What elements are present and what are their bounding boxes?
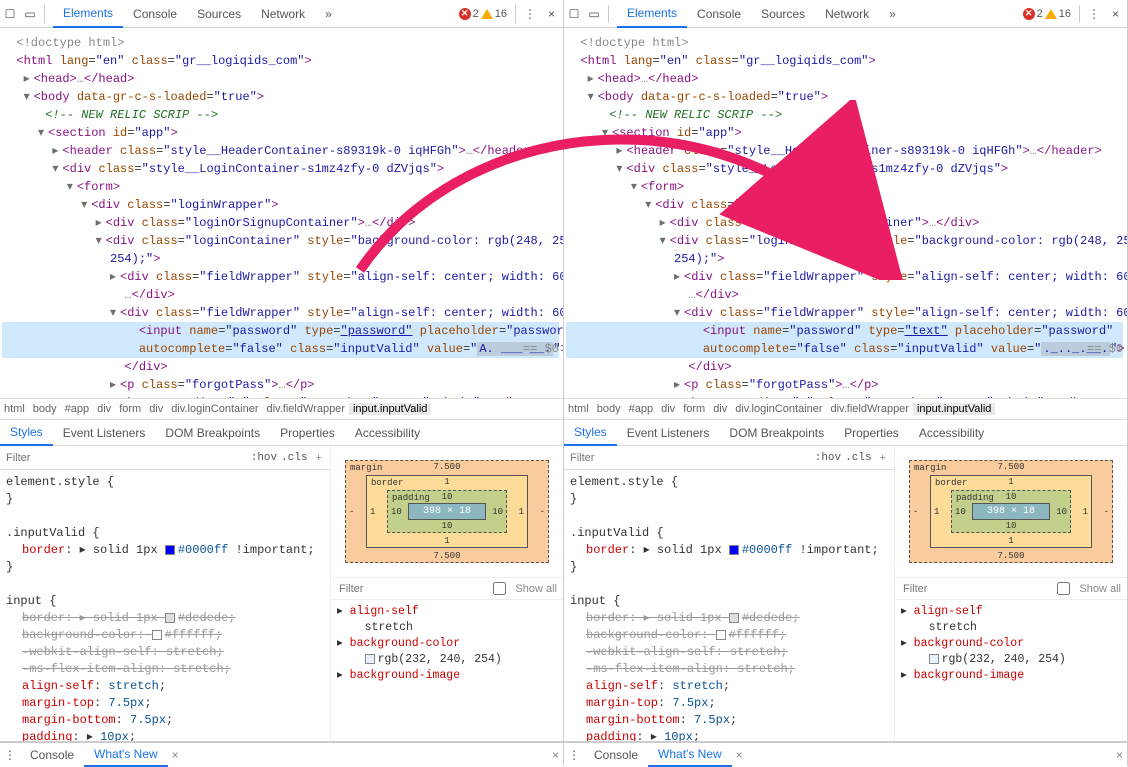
menu-icon[interactable]: ⋮ — [520, 7, 540, 21]
css-rules[interactable]: element.style { } .inputValid { border: … — [0, 470, 330, 741]
error-badge[interactable]: ✕2 — [1023, 8, 1043, 20]
subtab-styles[interactable]: Styles — [0, 420, 53, 446]
breadcrumb[interactable]: html body #app div form div div.loginCon… — [0, 398, 563, 420]
breadcrumb[interactable]: html body #app div form div div.loginCon… — [564, 398, 1127, 420]
tab-elements[interactable]: Elements — [617, 0, 687, 28]
crumb-body[interactable]: body — [29, 403, 61, 415]
box-model[interactable]: margin 7.500 7.500 -- border 1 1 1 1 — [895, 446, 1127, 578]
tab-console[interactable]: Console — [123, 1, 187, 27]
css-rules[interactable]: element.style { } .inputValid { border: … — [564, 470, 894, 741]
drawer-tab-close-icon[interactable]: × — [732, 748, 747, 762]
tab-network[interactable]: Network — [251, 1, 315, 27]
drawer-close-icon[interactable]: × — [548, 748, 563, 762]
show-all-checkbox[interactable] — [493, 582, 506, 595]
crumb-div[interactable]: div — [93, 403, 115, 415]
dom-tree[interactable]: <!doctype html> <html lang="en" class="g… — [564, 28, 1127, 398]
new-rule-button[interactable]: + — [312, 452, 326, 464]
computed-filter-input[interactable] — [901, 582, 1047, 596]
warning-badge[interactable]: 16 — [481, 8, 507, 20]
close-icon[interactable]: × — [540, 7, 563, 21]
cls-toggle[interactable]: .cls — [281, 452, 307, 464]
styles-filter-input[interactable] — [4, 451, 247, 465]
crumb-field[interactable]: div.fieldWrapper — [263, 403, 349, 415]
subtab-a11y[interactable]: Accessibility — [345, 421, 430, 445]
warning-badge[interactable]: 16 — [1045, 8, 1071, 20]
show-all-label: Show all — [1079, 583, 1121, 595]
box-model[interactable]: margin 7.500 7.500 -- border 1 1 1 1 — [331, 446, 563, 578]
crumb-html[interactable]: html — [0, 403, 29, 415]
crumb-div2[interactable]: div — [145, 403, 167, 415]
dom-tree[interactable]: <!doctype html> <html lang="en" class="g… — [0, 28, 563, 398]
top-toolbar: ☐ ▭ Elements Console Sources Network » ✕… — [564, 0, 1127, 28]
subtab-event[interactable]: Event Listeners — [53, 421, 156, 445]
crumb-form[interactable]: form — [115, 403, 145, 415]
computed-filter-input[interactable] — [337, 582, 483, 596]
crumb-input[interactable]: input.inputValid — [349, 403, 431, 415]
new-rule-button[interactable]: + — [876, 452, 890, 464]
tab-sources[interactable]: Sources — [187, 1, 251, 27]
drawer: ⋮ Console What's New × × — [0, 742, 563, 766]
cls-toggle[interactable]: .cls — [845, 452, 871, 464]
drawer-tab-close-icon[interactable]: × — [168, 748, 183, 762]
tab-more[interactable]: » — [879, 1, 906, 27]
styles-tabs: Styles Event Listeners DOM Breakpoints P… — [0, 420, 563, 446]
subtab-props[interactable]: Properties — [834, 421, 909, 445]
hov-toggle[interactable]: :hov — [815, 452, 841, 464]
selected-dom-node[interactable]: <input name="password" type="password" p… — [2, 322, 559, 340]
error-badge[interactable]: ✕2 — [459, 8, 479, 20]
drawer-menu-icon[interactable]: ⋮ — [0, 748, 20, 762]
devtools-pane-right: ☐ ▭ Elements Console Sources Network » ✕… — [564, 0, 1128, 766]
drawer-close-icon[interactable]: × — [1112, 748, 1127, 762]
crumb-login[interactable]: div.loginContainer — [167, 403, 262, 415]
drawer-menu-icon[interactable]: ⋮ — [564, 748, 584, 762]
show-all-checkbox[interactable] — [1057, 582, 1070, 595]
show-all-label: Show all — [515, 583, 557, 595]
device-icon[interactable]: ▭ — [20, 7, 40, 21]
computed-list[interactable]: ▸ align-self stretch ▸ background-color … — [331, 600, 563, 741]
tab-sources[interactable]: Sources — [751, 1, 815, 27]
inspect-icon[interactable]: ☐ — [0, 7, 20, 21]
tab-console[interactable]: Console — [687, 1, 751, 27]
top-toolbar: ☐ ▭ Elements Console Sources Network » ✕… — [0, 0, 563, 28]
subtab-event[interactable]: Event Listeners — [617, 421, 720, 445]
inspect-icon[interactable]: ☐ — [564, 7, 584, 21]
subtab-dombp[interactable]: DOM Breakpoints — [719, 421, 834, 445]
subtab-styles[interactable]: Styles — [564, 420, 617, 446]
drawer-tab-whatsnew[interactable]: What's New — [648, 743, 732, 767]
styles-filter-input[interactable] — [568, 451, 811, 465]
tab-network[interactable]: Network — [815, 1, 879, 27]
subtab-props[interactable]: Properties — [270, 421, 345, 445]
device-icon[interactable]: ▭ — [584, 7, 604, 21]
close-icon[interactable]: × — [1104, 7, 1127, 21]
computed-list[interactable]: ▸ align-self stretch ▸ background-color … — [895, 600, 1127, 741]
tab-more[interactable]: » — [315, 1, 342, 27]
drawer-tab-whatsnew[interactable]: What's New — [84, 743, 168, 767]
styles-panel: :hov .cls + element.style { } .inputVali… — [0, 446, 331, 741]
drawer-tab-console[interactable]: Console — [20, 744, 84, 766]
tab-elements[interactable]: Elements — [53, 0, 123, 28]
computed-panel: margin 7.500 7.500 -- border 1 1 1 1 — [331, 446, 563, 741]
subtab-dombp[interactable]: DOM Breakpoints — [155, 421, 270, 445]
drawer-tab-console[interactable]: Console — [584, 744, 648, 766]
subtab-a11y[interactable]: Accessibility — [909, 421, 994, 445]
main-tabs: Elements Console Sources Network » — [49, 0, 342, 28]
hov-toggle[interactable]: :hov — [251, 452, 277, 464]
menu-icon[interactable]: ⋮ — [1084, 7, 1104, 21]
devtools-pane-left: ☐ ▭ Elements Console Sources Network » ✕… — [0, 0, 564, 766]
selected-dom-node[interactable]: <input name="password" type="text" place… — [566, 322, 1123, 340]
crumb-app[interactable]: #app — [61, 403, 93, 415]
